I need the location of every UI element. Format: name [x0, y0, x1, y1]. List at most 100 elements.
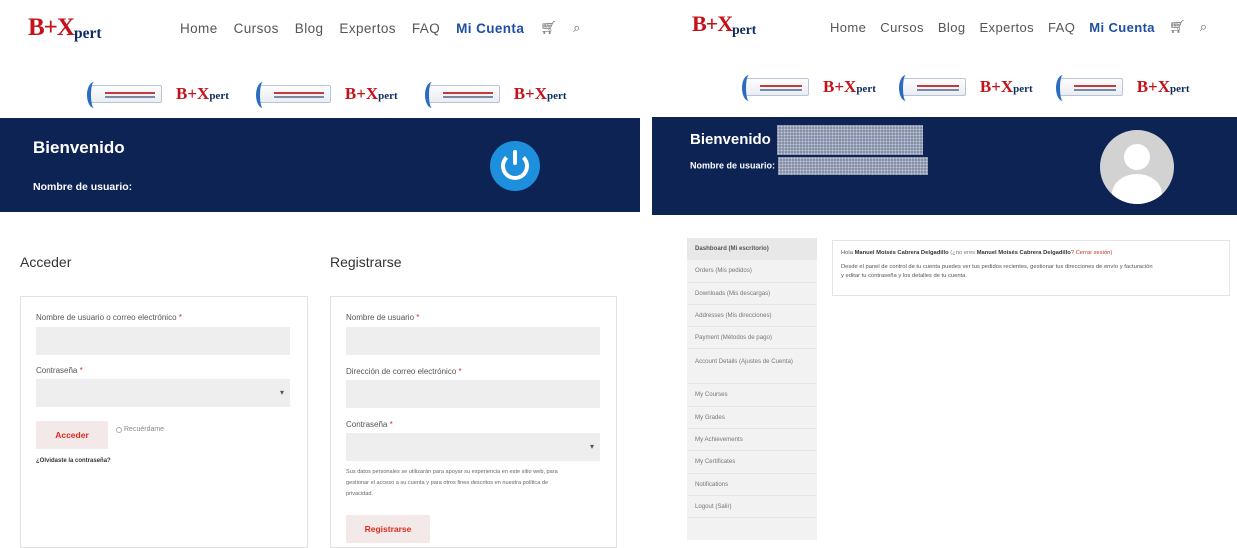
banner-logo: B+Xpert — [1137, 77, 1190, 97]
user-full-name: Manuel Moisés Cabrera Delgadillo — [854, 250, 949, 256]
avatar-head — [1124, 144, 1150, 170]
register-password-input[interactable]: ▾ — [346, 433, 600, 461]
cart-icon[interactable]: 🛒︎ — [540, 20, 557, 36]
login-password-input[interactable]: ▾ — [36, 379, 290, 407]
sidebar-item-my-courses[interactable]: My Courses — [687, 384, 817, 407]
welcome-band: Bienvenido Nombre de usuario: — [652, 117, 1237, 215]
show-password-icon[interactable]: ▾ — [590, 442, 594, 451]
privacy-notice: Sus datos personales se utilizarán para … — [346, 467, 606, 500]
required-mark: * — [458, 367, 462, 376]
sidebar-item-my-achievements[interactable]: My Achievements — [687, 429, 817, 452]
remember-label: Recuérdame — [124, 426, 165, 433]
nav-faq[interactable]: FAQ — [412, 21, 440, 36]
sidebar-item-payment[interactable]: Payment (Métodos de pago) — [687, 327, 817, 350]
site-header: B+Xpert Home Cursos Blog Expertos FAQ Mi… — [652, 0, 1237, 64]
cart-icon[interactable]: 🛒︎ — [1169, 19, 1186, 35]
nav-mi-cuenta[interactable]: Mi Cuenta — [1089, 20, 1155, 35]
sidebar-item-notifications[interactable]: Notifications — [687, 474, 817, 496]
sponsor-banner: B+Xpert B+Xpert B+Xpert — [742, 75, 1190, 101]
nav-home[interactable]: Home — [830, 20, 866, 35]
logo-text: B+X — [28, 14, 75, 41]
nav-home[interactable]: Home — [180, 21, 218, 36]
banner-logo-text: B+X — [823, 77, 857, 96]
register-email-input[interactable] — [346, 380, 600, 408]
privacy-line: Sus datos personales se utilizarán para … — [346, 469, 558, 475]
nav-cursos[interactable]: Cursos — [234, 21, 279, 36]
sidebar-item-orders[interactable]: Orders (Mis pedidos) — [687, 260, 817, 283]
certificate-badge-icon — [87, 82, 162, 108]
show-password-icon[interactable]: ▾ — [280, 388, 284, 397]
banner-logo: B+Xpert — [176, 84, 229, 104]
banner-logo-subtext: pert — [1013, 83, 1033, 95]
login-password-label-text: Contraseña — [36, 366, 78, 375]
username-label: Nombre de usuario: — [33, 181, 133, 193]
sidebar-item-account-details[interactable]: Account Details (Ajustes de Cuenta) — [687, 349, 817, 385]
register-button[interactable]: Registrarse — [346, 515, 430, 543]
search-icon[interactable]: ⌕ — [1200, 19, 1208, 35]
register-form: Nombre de usuario * Dirección de correo … — [330, 296, 617, 548]
banner-logo-text: B+X — [513, 84, 548, 103]
account-dashboard-screenshot: B+Xpert Home Cursos Blog Expertos FAQ Mi… — [652, 0, 1237, 548]
banner-logo: B+Xpert — [980, 77, 1033, 97]
site-logo[interactable]: B+Xpert — [28, 8, 108, 43]
site-logo[interactable]: B+Xpert — [692, 5, 763, 38]
banner-logo: B+Xpert — [345, 84, 398, 104]
banner-logo-subtext: pert — [378, 90, 398, 102]
nav-expertos[interactable]: Expertos — [979, 20, 1034, 35]
sidebar-item-logout[interactable]: Logout (Salir) — [687, 496, 817, 519]
banner-logo-text: B+X — [176, 84, 210, 103]
register-user-input[interactable] — [346, 327, 600, 355]
login-register-screenshot: B+Xpert Home Cursos Blog Expertos FAQ Mi… — [0, 0, 640, 548]
banner-logo-text: B+X — [979, 77, 1014, 96]
remember-radio[interactable] — [116, 426, 122, 433]
banner-logo: B+Xpert — [514, 84, 567, 104]
sidebar-item-my-grades[interactable]: My Grades — [687, 407, 817, 430]
login-user-input[interactable] — [36, 327, 290, 355]
search-icon[interactable]: ⌕ — [573, 20, 581, 36]
certificate-badge-icon — [255, 82, 331, 108]
remember-me-checkbox[interactable]: Recuérdame — [116, 426, 164, 433]
login-button[interactable]: Acceder — [36, 421, 108, 449]
dashboard-description: Desde el panel de control de tu cuenta p… — [841, 263, 1221, 282]
lost-password-link[interactable]: ¿Olvidaste la contraseña? — [36, 458, 111, 464]
main-nav: Home Cursos Blog Expertos FAQ Mi Cuenta … — [180, 20, 581, 36]
power-icon[interactable] — [490, 141, 540, 191]
redacted-username — [777, 157, 928, 175]
nav-mi-cuenta[interactable]: Mi Cuenta — [456, 21, 524, 36]
login-form: Nombre de usuario o correo electrónico *… — [20, 296, 308, 548]
banner-logo-subtext: pert — [1170, 83, 1190, 95]
banner-logo-subtext: pert — [856, 83, 876, 95]
dashboard-text-line: Desde el panel de control de tu cuenta p… — [841, 263, 1153, 270]
register-user-label-text: Nombre de usuario — [346, 313, 415, 322]
sidebar-item-my-certificates[interactable]: My Certificates — [687, 451, 817, 474]
username-label-text: Nombre de usuario: — [690, 160, 776, 171]
welcome-text: Bienvenido — [690, 130, 771, 148]
required-mark: * — [416, 313, 420, 322]
nav-faq[interactable]: FAQ — [1048, 20, 1075, 35]
required-mark: * — [389, 420, 393, 429]
nav-expertos[interactable]: Expertos — [339, 21, 395, 36]
welcome-band: Bienvenido Nombre de usuario: — [0, 118, 640, 212]
login-heading: Acceder — [20, 254, 72, 270]
account-sidebar: Dashboard (Mi escritorio) Orders (Mis pe… — [687, 238, 817, 540]
greeting-line: Hola Manuel Moisés Cabrera Delgadillo (¿… — [841, 249, 1221, 259]
required-mark: * — [79, 366, 83, 375]
logout-link[interactable]: ? Cerrar sesión) — [1071, 250, 1113, 256]
dashboard-text-line: y editar tu contraseña y los detalles de… — [841, 273, 967, 279]
sidebar-item-downloads[interactable]: Downloads (Mis descargas) — [687, 283, 817, 305]
privacy-line: gestionar el acceso a su cuenta y para o… — [346, 480, 549, 486]
logo-subtext: pert — [732, 22, 757, 37]
register-password-label-text: Contraseña — [346, 420, 388, 429]
privacy-line: privacidad. — [346, 491, 374, 497]
redacted-name — [777, 125, 924, 155]
sponsor-banner: B+Xpert B+Xpert B+Xpert — [87, 82, 567, 108]
certificate-badge-icon — [424, 82, 500, 108]
sidebar-item-addresses[interactable]: Addresses (Mis direcciones) — [687, 305, 817, 328]
nav-blog[interactable]: Blog — [295, 21, 324, 36]
greeting-hello: Hola — [841, 250, 853, 256]
nav-blog[interactable]: Blog — [938, 20, 966, 35]
nav-cursos[interactable]: Cursos — [880, 20, 924, 35]
sidebar-item-dashboard[interactable]: Dashboard (Mi escritorio) — [687, 238, 817, 261]
register-email-label: Dirección de correo electrónico * — [346, 367, 462, 376]
main-nav: Home Cursos Blog Expertos FAQ Mi Cuenta … — [830, 19, 1208, 35]
